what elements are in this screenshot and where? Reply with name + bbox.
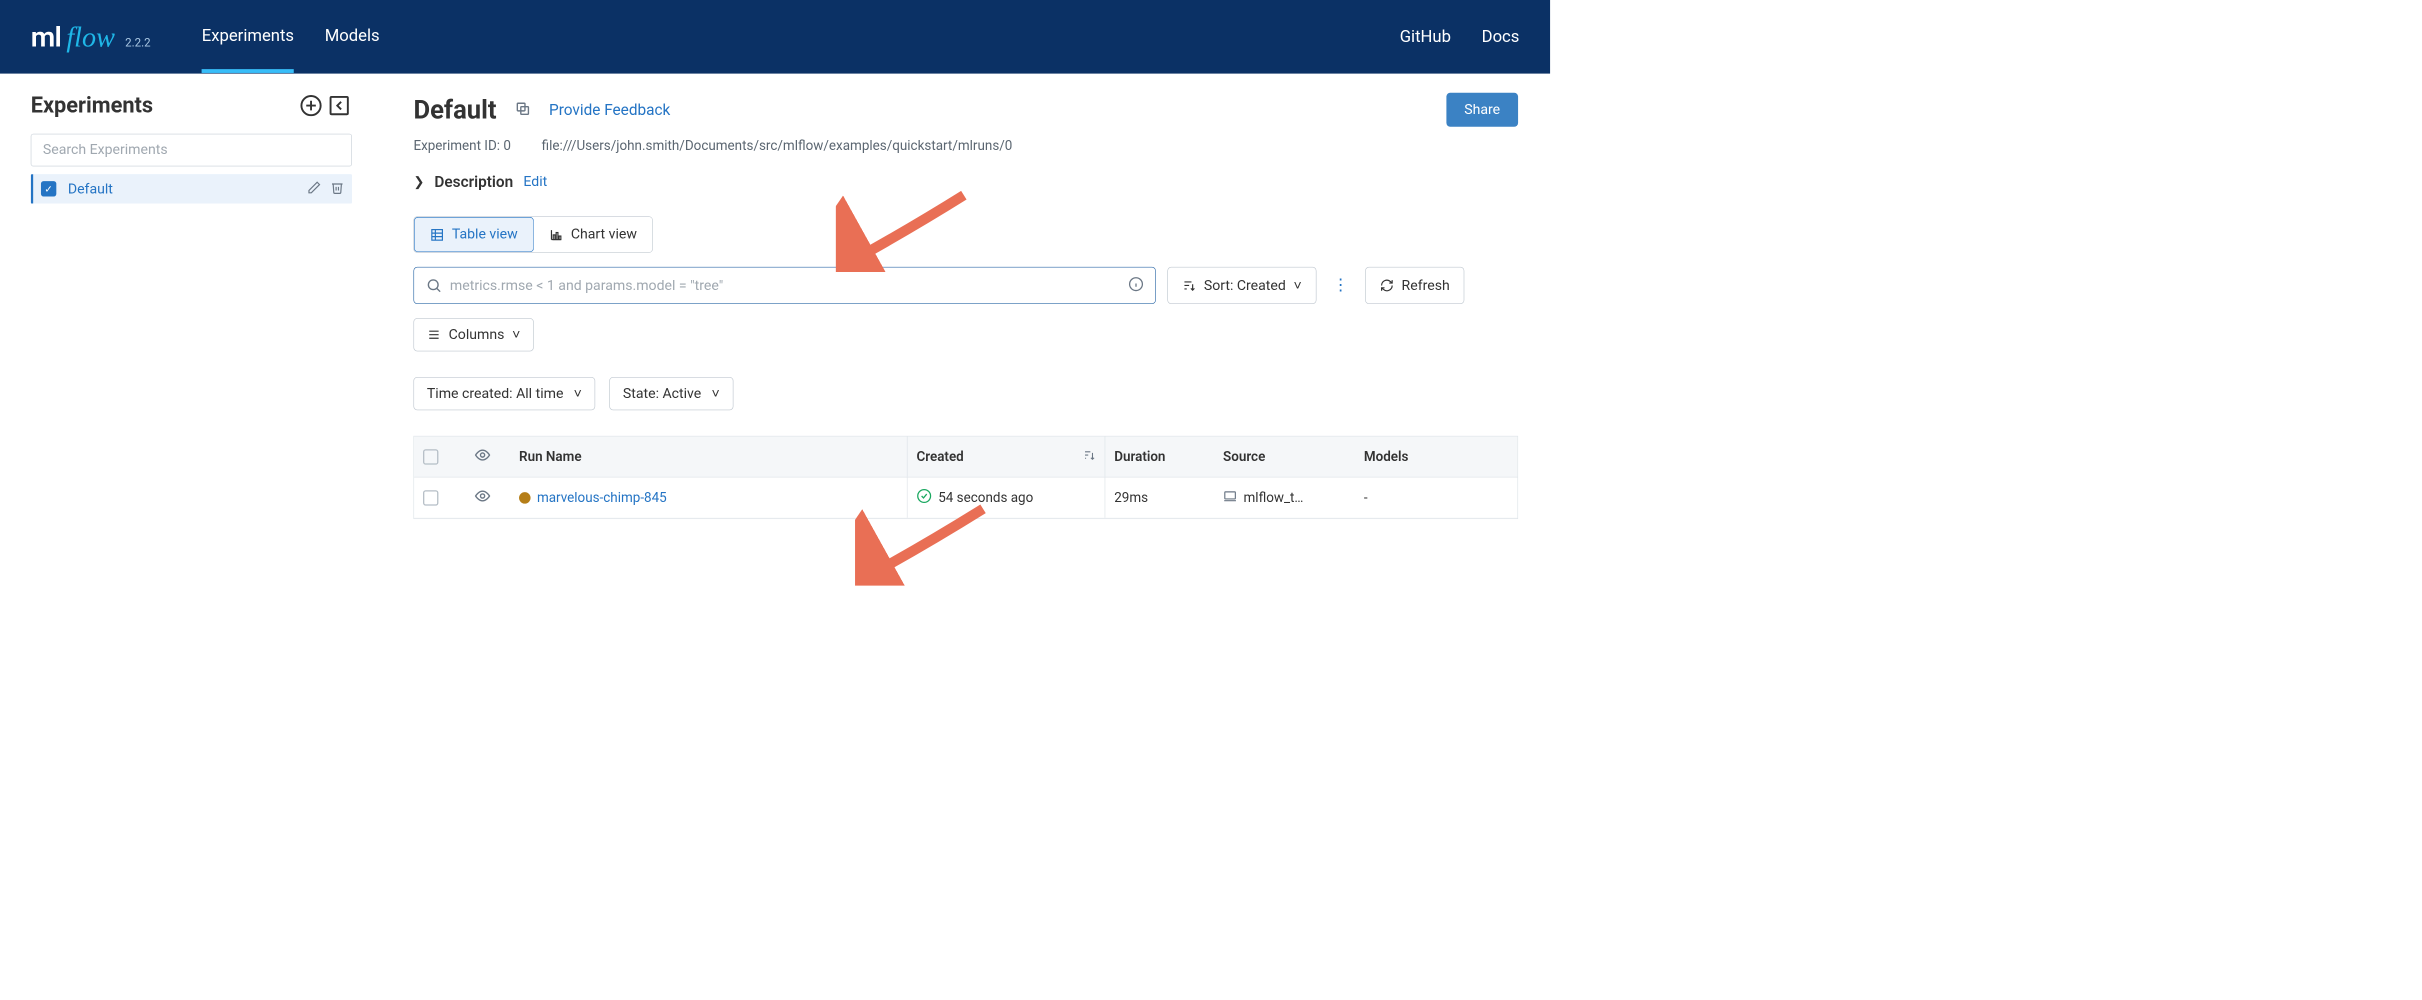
col-models[interactable]: Models xyxy=(1355,449,1464,464)
status-finished-icon xyxy=(916,488,931,507)
topbar: mllow 2.2.2 Experiments Models GitHub Do… xyxy=(0,0,1550,74)
nav-right: GitHub Docs xyxy=(1400,27,1520,46)
nav-github[interactable]: GitHub xyxy=(1400,27,1451,46)
sidebar: Experiments ✓ Default xyxy=(0,74,375,519)
logo-version: 2.2.2 xyxy=(125,36,150,49)
experiment-id-label: Experiment ID: 0 xyxy=(413,138,510,153)
refresh-label: Refresh xyxy=(1402,277,1450,293)
primary-nav: Experiments Models xyxy=(202,1,380,73)
copy-icon[interactable] xyxy=(514,100,531,119)
run-name-link[interactable]: marvelous-chimp-845 xyxy=(537,490,667,505)
source-notebook-icon xyxy=(1223,489,1237,507)
time-filter-label: Time created: All time xyxy=(427,386,564,402)
artifact-location: file:///Users/john.smith/Documents/src/m… xyxy=(542,138,1013,153)
nav-models[interactable]: Models xyxy=(325,1,380,73)
columns-icon xyxy=(427,328,441,342)
col-source[interactable]: Source xyxy=(1214,449,1355,464)
state-filter[interactable]: State: Active ˅ xyxy=(609,377,733,410)
run-color-dot xyxy=(519,492,531,504)
columns-label: Columns xyxy=(449,327,505,343)
visibility-icon[interactable] xyxy=(474,487,491,507)
table-view-label: Table view xyxy=(452,227,518,243)
logo[interactable]: mllow 2.2.2 xyxy=(31,20,151,53)
sidebar-experiment-item[interactable]: ✓ Default xyxy=(31,174,352,203)
search-icon xyxy=(426,277,443,294)
chart-view-tab[interactable]: Chart view xyxy=(534,217,653,252)
source-value: mlflow_t… xyxy=(1244,490,1304,505)
chevron-down-icon: ˅ xyxy=(1293,277,1301,294)
search-experiments-input[interactable] xyxy=(31,134,352,167)
select-all-checkbox[interactable] xyxy=(423,449,438,464)
chevron-down-icon: ˅ xyxy=(512,326,520,343)
view-tabs: Table view Chart view xyxy=(413,216,652,252)
table-row[interactable]: marvelous-chimp-845 54 seconds ago 29ms … xyxy=(414,477,1517,518)
state-filter-label: State: Active xyxy=(623,386,701,402)
models-value: - xyxy=(1355,490,1464,505)
columns-button[interactable]: Columns ˅ xyxy=(413,318,533,351)
content: Default Provide Feedback Share Experimen… xyxy=(375,74,1550,519)
sidebar-title: Experiments xyxy=(31,93,153,119)
share-button[interactable]: Share xyxy=(1446,93,1518,127)
add-experiment-icon[interactable] xyxy=(298,93,324,119)
sort-icon xyxy=(1182,278,1196,292)
refresh-button[interactable]: Refresh xyxy=(1365,267,1464,304)
sort-desc-icon xyxy=(1083,448,1096,465)
experiment-name[interactable]: Default xyxy=(68,181,307,197)
description-label: Description xyxy=(434,173,513,191)
col-duration[interactable]: Duration xyxy=(1105,449,1214,464)
table-header-row: Run Name Created Duration Source Models xyxy=(414,436,1517,477)
edit-experiment-icon[interactable] xyxy=(307,180,321,197)
page-title: Default xyxy=(413,95,496,125)
runs-search-input[interactable] xyxy=(450,277,1128,293)
sort-button[interactable]: Sort: Created ˅ xyxy=(1167,267,1316,304)
experiment-checkbox[interactable]: ✓ xyxy=(41,181,56,196)
logo-flow: low xyxy=(66,21,115,54)
col-created[interactable]: Created xyxy=(907,436,1105,476)
more-actions-icon[interactable]: ⋮ xyxy=(1328,267,1354,304)
row-checkbox[interactable] xyxy=(423,490,438,505)
sort-label: Sort: Created xyxy=(1204,277,1286,293)
table-view-tab[interactable]: Table view xyxy=(414,217,534,252)
refresh-icon xyxy=(1380,278,1394,292)
chart-view-label: Chart view xyxy=(571,227,637,243)
provide-feedback-link[interactable]: Provide Feedback xyxy=(549,101,670,119)
edit-description-link[interactable]: Edit xyxy=(523,174,547,190)
col-run-name[interactable]: Run Name xyxy=(510,449,907,464)
annotation-arrow-chart-view xyxy=(836,182,977,274)
runs-search-input-wrap[interactable] xyxy=(413,267,1155,304)
search-help-icon[interactable] xyxy=(1128,276,1143,294)
created-value: 54 seconds ago xyxy=(938,490,1033,505)
logo-ml: ml xyxy=(31,20,61,53)
description-toggle-icon[interactable]: ❯ xyxy=(413,174,424,189)
delete-experiment-icon[interactable] xyxy=(330,180,344,197)
chevron-down-icon: ˅ xyxy=(574,385,582,402)
visibility-header-icon[interactable] xyxy=(474,446,491,466)
nav-docs[interactable]: Docs xyxy=(1482,27,1520,46)
duration-value: 29ms xyxy=(1105,490,1214,505)
collapse-sidebar-icon[interactable] xyxy=(326,93,352,119)
nav-experiments[interactable]: Experiments xyxy=(202,1,294,73)
time-created-filter[interactable]: Time created: All time ˅ xyxy=(413,377,595,410)
runs-table: Run Name Created Duration Source Models xyxy=(413,436,1518,519)
chevron-down-icon: ˅ xyxy=(712,385,720,402)
